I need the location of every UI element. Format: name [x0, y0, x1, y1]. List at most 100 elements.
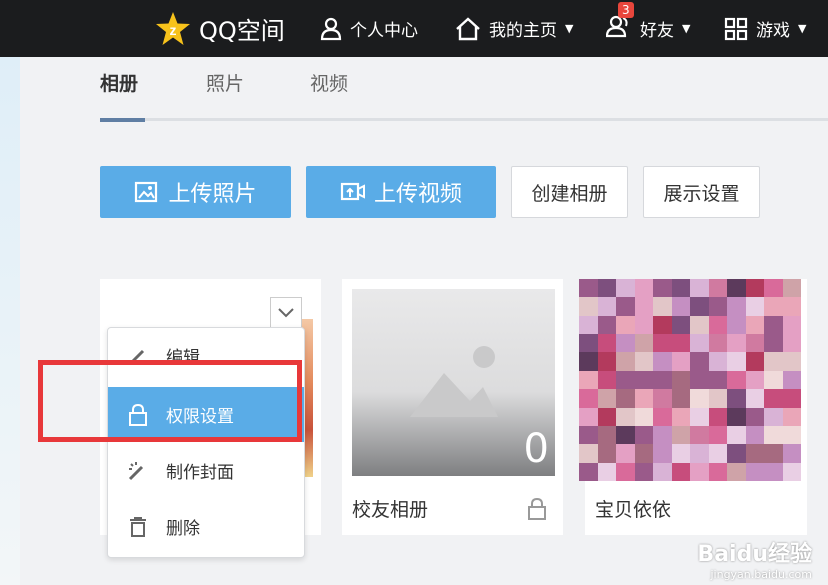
mosaic-tile: [690, 334, 709, 353]
mosaic-tile: [690, 279, 709, 298]
mosaic-tile: [634, 297, 653, 316]
mosaic-tile: [616, 352, 635, 371]
chevron-down-icon: [278, 307, 294, 317]
mosaic-tile: [745, 334, 764, 353]
upload-photo-label: 上传照片: [168, 182, 257, 207]
upload-photo-button[interactable]: 上传照片: [100, 166, 291, 218]
qzone-logo[interactable]: z QQ空间: [155, 0, 285, 57]
nav-friends[interactable]: 3 好友 ▼: [605, 0, 690, 57]
mosaic-tile: [597, 370, 616, 390]
mosaic-tile: [782, 444, 801, 463]
nav-label: 个人中心: [350, 21, 418, 41]
mosaic-tile: [727, 462, 746, 481]
mosaic-tile: [653, 352, 672, 371]
mosaic-tile: [616, 334, 635, 353]
mosaic-tile: [634, 279, 653, 298]
nav-games[interactable]: 游戏 ▼: [724, 0, 806, 57]
album-options-toggle[interactable]: [270, 297, 302, 327]
display-settings-button[interactable]: 展示设置: [643, 166, 760, 218]
album-main-panel: 相册 照片 视频 上传照片 上传视频 创建相册 展示设置 0 校友相册 宝贝依依…: [20, 57, 828, 585]
mosaic-tile: [579, 334, 598, 353]
mosaic-tile: [764, 407, 783, 426]
mosaic-tile: [653, 425, 672, 445]
mosaic-tile: [745, 279, 764, 298]
mosaic-tile: [708, 297, 727, 316]
album-card[interactable]: 宝贝依依: [579, 279, 807, 535]
mosaic-tile: [782, 352, 801, 371]
album-card[interactable]: 0 校友相册: [342, 279, 563, 535]
mosaic-tile: [653, 315, 672, 335]
mosaic-tile: [616, 444, 635, 463]
mosaic-tile: [745, 297, 764, 316]
mosaic-tile: [597, 352, 616, 371]
mosaic-tile: [634, 407, 653, 426]
mosaic-tile: [597, 334, 616, 353]
upload-video-label: 上传视频: [373, 182, 462, 207]
nav-label: 我的主页: [489, 21, 557, 41]
mosaic-tile: [708, 352, 727, 371]
mosaic-tile: [616, 370, 635, 390]
mosaic-tile: [579, 407, 598, 426]
mosaic-tile: [579, 444, 598, 463]
mosaic-tile: [745, 407, 764, 426]
mosaic-tile: [616, 315, 635, 335]
qzone-star-icon: z: [156, 11, 190, 45]
mosaic-tile: [671, 389, 690, 408]
nav-personal-center[interactable]: 个人中心: [320, 0, 418, 57]
friends-icon-wrap: 3: [605, 2, 634, 43]
mosaic-tile: [764, 279, 783, 298]
upload-video-button[interactable]: 上传视频: [306, 166, 496, 218]
mosaic-tile: [653, 389, 672, 408]
album-title: 校友相册: [352, 499, 429, 521]
tab-albums[interactable]: 相册: [100, 69, 138, 96]
mosaic-tile: [579, 297, 598, 316]
mosaic-tile: [690, 407, 709, 426]
mosaic-tile: [616, 279, 635, 298]
mosaic-tile: [782, 425, 801, 445]
mosaic-tile: [653, 462, 672, 481]
mosaic-tile: [634, 425, 653, 445]
nav-label: 游戏: [756, 21, 790, 41]
home-icon: [456, 16, 480, 40]
mosaic-tile: [671, 315, 690, 335]
mosaic-tile: [653, 279, 672, 298]
mosaic-tile: [597, 297, 616, 316]
mosaic-tile: [690, 462, 709, 481]
left-decor-strip: [0, 57, 20, 585]
mosaic-tile: [708, 425, 727, 445]
mosaic-tile: [597, 462, 616, 481]
mosaic-tile: [597, 425, 616, 445]
mosaic-tile: [579, 425, 598, 445]
mosaic-tile: [690, 352, 709, 371]
mosaic-tile: [727, 334, 746, 353]
mosaic-tile: [616, 425, 635, 445]
watermark-url: jingyan.baidu.com: [710, 568, 812, 581]
mosaic-tile: [690, 370, 709, 390]
mosaic-tile: [708, 334, 727, 353]
tab-photos[interactable]: 照片: [206, 69, 244, 96]
mosaic-tile: [597, 407, 616, 426]
mosaic-tile: [764, 370, 783, 390]
mosaic-tile: [671, 444, 690, 463]
upload-video-icon: [340, 182, 365, 201]
mosaic-tile: [671, 425, 690, 445]
mosaic-tile: [727, 352, 746, 371]
mosaic-tile: [764, 334, 783, 353]
friends-badge: 3: [618, 2, 634, 18]
tab-videos[interactable]: 视频: [310, 69, 348, 96]
nav-my-homepage[interactable]: 我的主页 ▼: [455, 0, 573, 57]
mosaic-tile: [653, 407, 672, 426]
mosaic-tile: [634, 334, 653, 353]
create-album-button[interactable]: 创建相册: [511, 166, 628, 218]
album-cover-placeholder: 0: [352, 289, 555, 476]
menu-item-make-cover[interactable]: 制作封面: [108, 443, 304, 498]
mosaic-tile: [727, 279, 746, 298]
mosaic-tile: [616, 462, 635, 481]
mosaic-tile: [634, 444, 653, 463]
mosaic-tile: [745, 444, 764, 463]
mosaic-tile: [616, 297, 635, 316]
menu-item-delete[interactable]: 删除: [108, 499, 304, 554]
mosaic-tile: [634, 370, 653, 390]
lock-icon: [528, 497, 546, 520]
menu-item-label: 制作封面: [166, 463, 234, 483]
